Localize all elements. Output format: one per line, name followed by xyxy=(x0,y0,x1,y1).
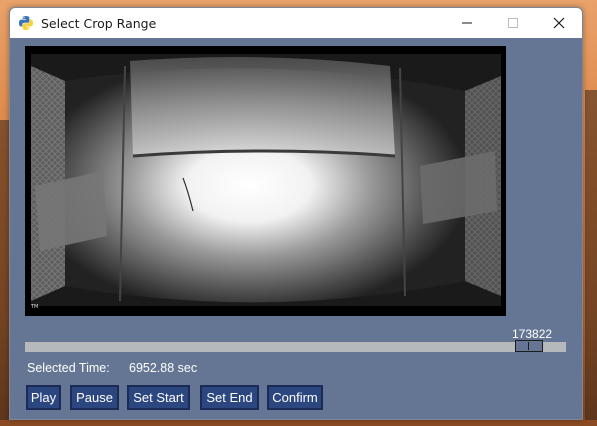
close-button[interactable] xyxy=(536,8,582,38)
frame-slider-track[interactable] xyxy=(25,340,566,352)
minimize-icon xyxy=(462,22,472,24)
title-bar[interactable]: Select Crop Range xyxy=(10,8,582,38)
frame-slider-thumb[interactable] xyxy=(515,340,543,352)
confirm-button[interactable]: Confirm xyxy=(267,385,323,410)
video-frame: TM xyxy=(25,46,506,316)
window-title: Select Crop Range xyxy=(41,16,157,31)
selected-time-value: 6952.88 sec xyxy=(129,361,198,375)
play-button[interactable]: Play xyxy=(26,385,61,410)
close-icon xyxy=(553,17,565,29)
video-preview-image: TM xyxy=(25,46,506,316)
video-corner-mark: TM xyxy=(30,304,38,310)
selected-time-label: Selected Time: xyxy=(27,361,110,375)
desktop-background-tree xyxy=(585,90,597,420)
pause-button[interactable]: Pause xyxy=(70,385,119,410)
maximize-icon xyxy=(508,18,518,28)
maximize-button[interactable] xyxy=(490,8,536,38)
slider-value-label: 173822 xyxy=(512,327,553,341)
python-icon xyxy=(19,16,33,30)
set-end-button[interactable]: Set End xyxy=(200,385,259,410)
set-start-button[interactable]: Set Start xyxy=(127,385,190,410)
minimize-button[interactable] xyxy=(444,8,490,38)
crop-range-window: Select Crop Range TM 173822 Selected Tim… xyxy=(9,7,583,420)
